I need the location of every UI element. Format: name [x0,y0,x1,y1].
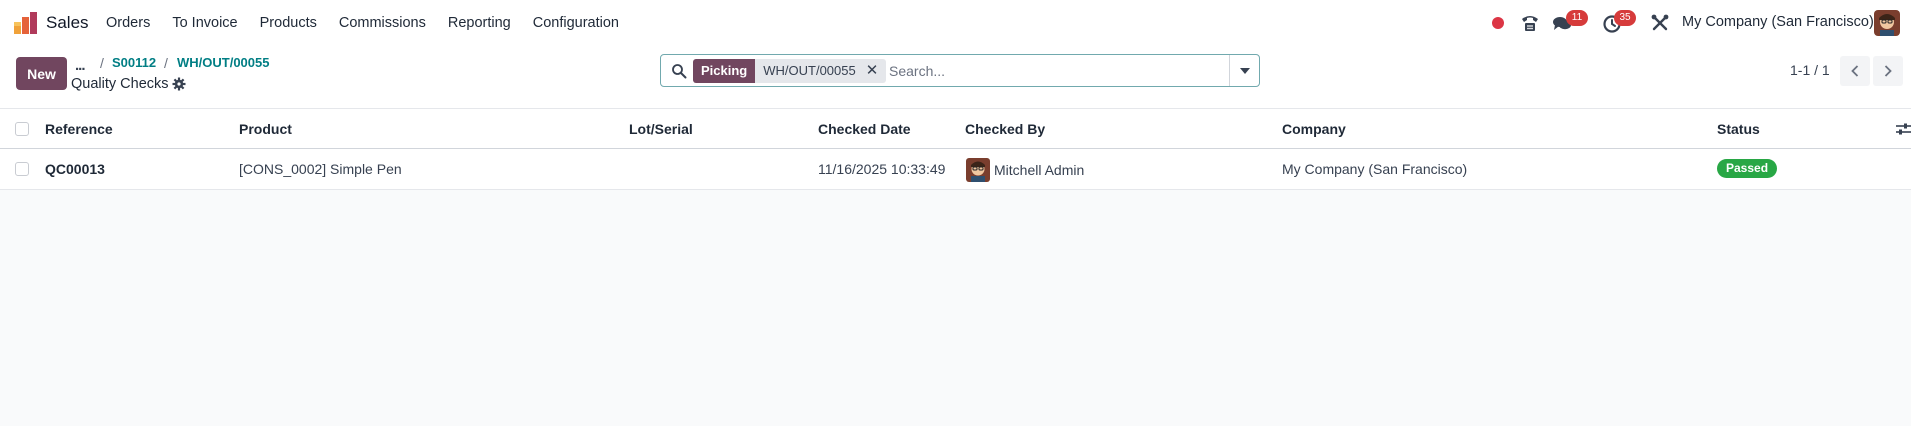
breadcrumb-sale-order[interactable]: S00112 [112,55,156,70]
pager-value[interactable]: 1-1 / 1 [1790,62,1830,78]
column-header-checked-by[interactable]: Checked By [965,121,1045,137]
search-options-toggle[interactable] [1229,55,1259,86]
column-header-company[interactable]: Company [1282,121,1346,137]
user-avatar[interactable] [1874,10,1900,36]
main-menu: Orders To Invoice Products Commissions R… [106,0,641,46]
cell-company: My Company (San Francisco) [1282,161,1468,177]
pager-next-button[interactable] [1873,56,1903,86]
chevron-right-icon [1884,65,1892,77]
column-header-product[interactable]: Product [239,121,292,137]
recording-indicator-icon[interactable] [1492,17,1504,29]
facet-value-text: WH/OUT/00055 [763,63,856,78]
column-header-reference[interactable]: Reference [45,121,113,137]
messages-badge: 11 [1566,10,1588,26]
breadcrumb-separator: / [164,55,168,71]
caret-down-icon [1239,67,1250,74]
menu-item-configuration[interactable]: Configuration [533,15,619,31]
sales-app-icon[interactable] [14,12,38,34]
cell-checked-date: 11/16/2025 10:33:49 [818,161,946,177]
control-panel: New ... / S00112 / WH/OUT/00055 Quality … [0,46,1911,109]
menu-item-orders[interactable]: Orders [106,15,150,31]
search-bar: Picking WH/OUT/00055 ✕ [660,54,1260,87]
optional-columns-icon[interactable] [1896,122,1911,136]
column-header-status[interactable]: Status [1717,121,1760,137]
pager-previous-button[interactable] [1840,56,1870,86]
app-name[interactable]: Sales [46,13,89,33]
facet-label: Picking [693,59,756,83]
column-header-lot-serial[interactable]: Lot/Serial [629,121,693,137]
breadcrumb-picking[interactable]: WH/OUT/00055 [177,55,269,70]
search-icon[interactable] [671,63,687,79]
cell-checked-by: Mitchell Admin [994,162,1085,178]
tools-icon[interactable] [1649,12,1671,34]
activities-badge: 35 [1614,10,1636,26]
cell-product: [CONS_0002] Simple Pen [239,161,402,177]
menu-item-to-invoice[interactable]: To Invoice [172,15,237,31]
status-badge: Passed [1717,159,1778,178]
menu-item-products[interactable]: Products [260,15,317,31]
list-view: Reference Product Lot/Serial Checked Dat… [0,109,1911,190]
facet-value: WH/OUT/00055 ✕ [755,59,887,83]
main-navbar: Sales Orders To Invoice Products Commiss… [0,0,1911,46]
menu-item-reporting[interactable]: Reporting [448,15,511,31]
avatar [966,158,990,182]
facet-remove-icon[interactable]: ✕ [866,59,879,83]
phone-icon[interactable] [1519,12,1541,34]
cell-reference: QC00013 [45,161,105,177]
page-title: Quality Checks [71,76,169,92]
new-button[interactable]: New [16,57,67,90]
select-all-checkbox[interactable] [15,122,29,136]
table-header: Reference Product Lot/Serial Checked Dat… [0,109,1911,149]
breadcrumb-separator: / [100,55,104,71]
gear-icon[interactable] [172,77,186,91]
company-switcher[interactable]: My Company (San Francisco) [1682,14,1874,30]
table-row[interactable]: QC00013 [CONS_0002] Simple Pen 11/16/202… [0,149,1911,190]
chevron-left-icon [1851,65,1859,77]
search-facet-picking: Picking WH/OUT/00055 ✕ [693,59,887,83]
row-checkbox[interactable] [15,162,29,176]
search-input[interactable] [889,61,1219,81]
column-header-checked-date[interactable]: Checked Date [818,121,911,137]
breadcrumb-ellipsis[interactable]: ... [75,57,85,74]
menu-item-commissions[interactable]: Commissions [339,15,426,31]
